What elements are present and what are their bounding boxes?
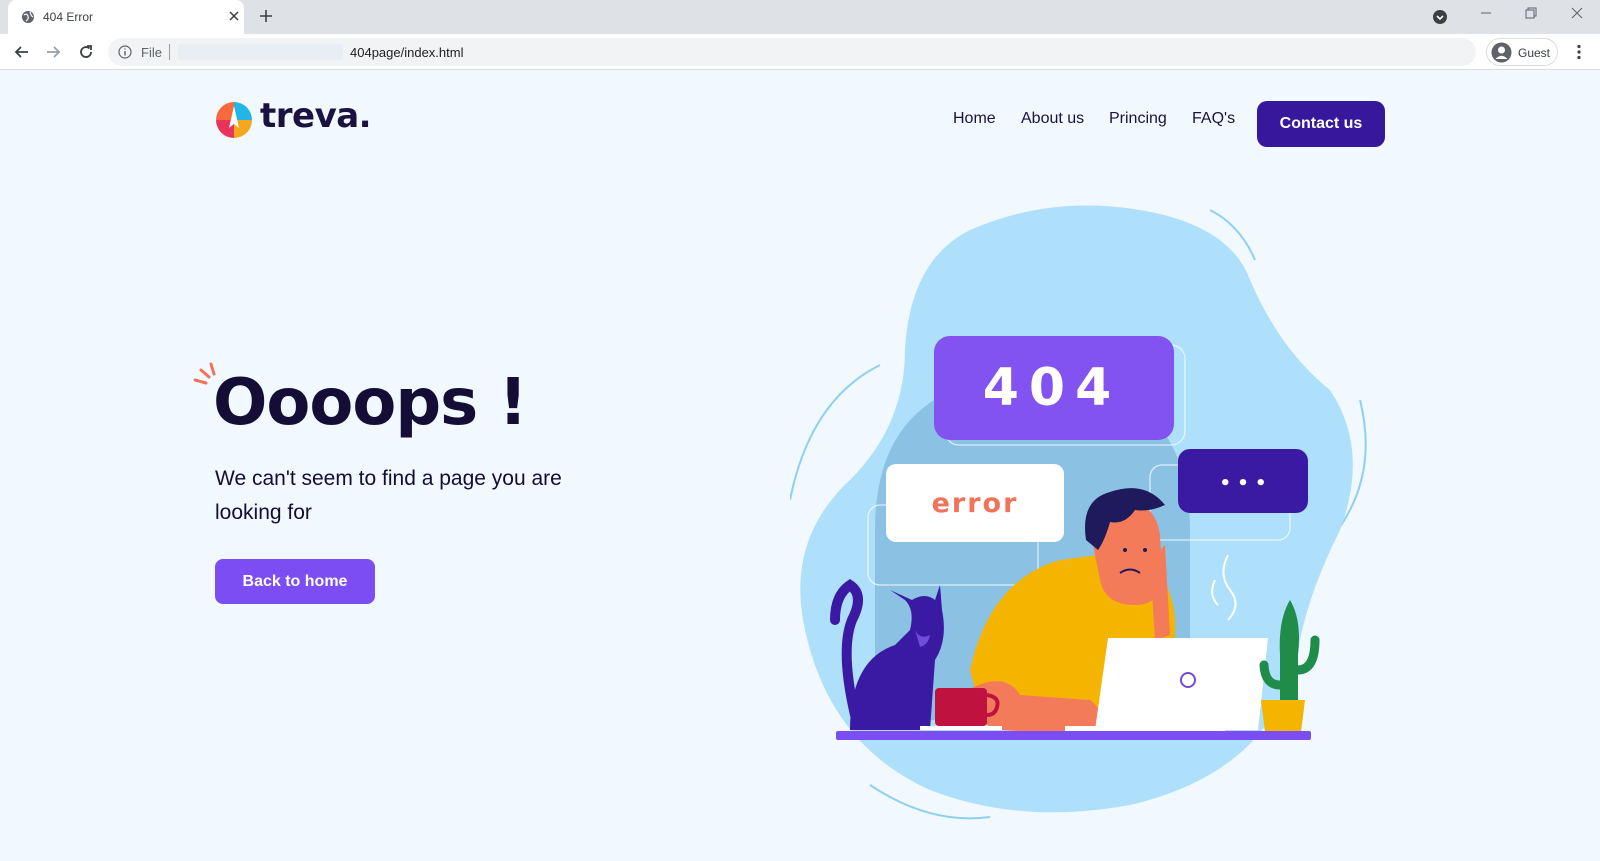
page: treva. Home About us Princing FAQ's Cont… — [0, 70, 1600, 861]
tab-title: 404 Error — [43, 10, 94, 24]
profile-label: Guest — [1518, 46, 1551, 60]
avatar-icon — [1491, 42, 1512, 63]
back-arrow-icon[interactable] — [12, 42, 32, 62]
page-heading: Oooops ! — [213, 366, 528, 440]
globe-icon — [22, 11, 34, 23]
reload-icon[interactable] — [76, 42, 96, 62]
tab-search-icon[interactable] — [1432, 9, 1448, 25]
browser-toolbar: File 404page/index.html Guest — [0, 34, 1600, 70]
nav-link-faq[interactable]: FAQ's — [1192, 110, 1235, 128]
coffee-cup — [935, 688, 987, 726]
url-scheme: File — [141, 45, 162, 60]
nav-link-pricing[interactable]: Princing — [1109, 110, 1167, 128]
back-to-home-button[interactable]: Back to home — [215, 559, 375, 604]
page-subtitle: We can't seem to find a page you are loo… — [215, 467, 562, 524]
restore-icon[interactable] — [1524, 6, 1538, 20]
desk — [836, 731, 1311, 740]
new-tab-icon[interactable] — [258, 8, 274, 24]
nav-link-about[interactable]: About us — [1021, 110, 1084, 128]
contact-button[interactable]: Contact us — [1257, 101, 1385, 147]
close-window-icon[interactable] — [1570, 6, 1584, 20]
browser-tab-strip: 404 Error — [0, 0, 1600, 34]
info-icon[interactable] — [118, 45, 132, 59]
forward-arrow-icon[interactable] — [43, 42, 63, 62]
profile-button[interactable]: Guest — [1486, 38, 1558, 66]
error-illustration: 404 error • • • — [790, 205, 1367, 820]
url-separator — [169, 44, 170, 60]
url-redacted — [178, 44, 343, 60]
more-menu-icon[interactable] — [1570, 43, 1588, 61]
error-bubble-text: error — [932, 488, 1019, 519]
nav-link-home[interactable]: Home — [953, 110, 996, 128]
browser-tab[interactable]: 404 Error — [8, 0, 244, 34]
dots-bubble-text: • • • — [1219, 473, 1266, 494]
logo-mark-icon — [216, 102, 252, 138]
minimize-icon[interactable] — [1479, 6, 1493, 20]
url-text[interactable]: 404page/index.html — [350, 45, 463, 60]
logo-text: treva. — [260, 96, 372, 136]
address-bar[interactable]: File 404page/index.html — [108, 38, 1476, 66]
site-logo[interactable]: treva. — [214, 96, 374, 142]
close-tab-icon[interactable] — [226, 8, 242, 24]
code-bubble-text: 404 — [983, 358, 1122, 418]
